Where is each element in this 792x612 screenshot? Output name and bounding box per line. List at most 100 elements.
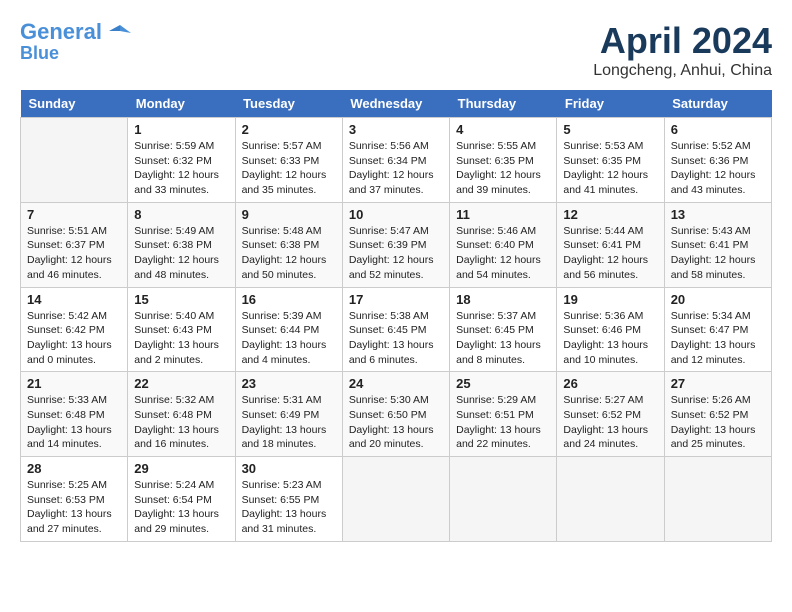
day-number: 17	[349, 292, 443, 307]
calendar-cell: 21 Sunrise: 5:33 AM Sunset: 6:48 PM Dayli…	[21, 372, 128, 457]
calendar-cell: 11 Sunrise: 5:46 AM Sunset: 6:40 PM Dayli…	[450, 202, 557, 287]
calendar-cell: 26 Sunrise: 5:27 AM Sunset: 6:52 PM Dayli…	[557, 372, 664, 457]
calendar-cell: 15Sunrise: 5:40 AM Sunset: 6:43 PM Dayli…	[128, 287, 235, 372]
day-number: 7	[27, 207, 121, 222]
day-info: Sunrise: 5:31 AM Sunset: 6:49 PM Dayligh…	[242, 393, 336, 452]
day-info: Sunrise: 5:26 AM Sunset: 6:52 PM Dayligh…	[671, 393, 765, 452]
day-info: Sunrise: 5:43 AM Sunset: 6:41 PM Dayligh…	[671, 224, 765, 283]
day-number: 19	[563, 292, 657, 307]
day-info: Sunrise: 5:33 AM Sunset: 6:48 PM Dayligh…	[27, 393, 121, 452]
calendar-cell: 1 Sunrise: 5:59 AM Sunset: 6:32 PM Daylig…	[128, 118, 235, 203]
title-area: April 2024 Longcheng, Anhui, China	[593, 20, 772, 80]
calendar-cell	[557, 457, 664, 542]
day-number: 16	[242, 292, 336, 307]
day-number: 1	[134, 122, 228, 137]
day-number: 6	[671, 122, 765, 137]
calendar-cell: 23 Sunrise: 5:31 AM Sunset: 6:49 PM Dayli…	[235, 372, 342, 457]
calendar-cell: 9 Sunrise: 5:48 AM Sunset: 6:38 PM Daylig…	[235, 202, 342, 287]
calendar-cell: 8 Sunrise: 5:49 AM Sunset: 6:38 PM Daylig…	[128, 202, 235, 287]
logo-general: General	[20, 19, 102, 44]
calendar-cell	[342, 457, 449, 542]
day-info: Sunrise: 5:57 AM Sunset: 6:33 PM Dayligh…	[242, 139, 336, 198]
calendar-cell: 27Sunrise: 5:26 AM Sunset: 6:52 PM Dayli…	[664, 372, 771, 457]
day-info: Sunrise: 5:36 AM Sunset: 6:46 PM Dayligh…	[563, 309, 657, 368]
calendar-cell	[21, 118, 128, 203]
calendar-week-row: 21 Sunrise: 5:33 AM Sunset: 6:48 PM Dayli…	[21, 372, 772, 457]
weekday-header-monday: Monday	[128, 90, 235, 118]
weekday-header-tuesday: Tuesday	[235, 90, 342, 118]
day-info: Sunrise: 5:39 AM Sunset: 6:44 PM Dayligh…	[242, 309, 336, 368]
calendar-cell: 30 Sunrise: 5:23 AM Sunset: 6:55 PM Dayli…	[235, 457, 342, 542]
day-info: Sunrise: 5:55 AM Sunset: 6:35 PM Dayligh…	[456, 139, 550, 198]
logo-blue-text: Blue	[20, 44, 132, 64]
day-info: Sunrise: 5:46 AM Sunset: 6:40 PM Dayligh…	[456, 224, 550, 283]
logo: General Blue	[20, 20, 132, 64]
day-number: 9	[242, 207, 336, 222]
day-number: 2	[242, 122, 336, 137]
day-number: 18	[456, 292, 550, 307]
day-info: Sunrise: 5:40 AM Sunset: 6:43 PM Dayligh…	[134, 309, 228, 368]
day-info: Sunrise: 5:47 AM Sunset: 6:39 PM Dayligh…	[349, 224, 443, 283]
day-number: 8	[134, 207, 228, 222]
day-info: Sunrise: 5:37 AM Sunset: 6:45 PM Dayligh…	[456, 309, 550, 368]
day-info: Sunrise: 5:38 AM Sunset: 6:45 PM Dayligh…	[349, 309, 443, 368]
day-info: Sunrise: 5:52 AM Sunset: 6:36 PM Dayligh…	[671, 139, 765, 198]
day-info: Sunrise: 5:53 AM Sunset: 6:35 PM Dayligh…	[563, 139, 657, 198]
day-number: 4	[456, 122, 550, 137]
calendar-week-row: 14Sunrise: 5:42 AM Sunset: 6:42 PM Dayli…	[21, 287, 772, 372]
calendar-cell: 16 Sunrise: 5:39 AM Sunset: 6:44 PM Dayli…	[235, 287, 342, 372]
calendar-cell: 14Sunrise: 5:42 AM Sunset: 6:42 PM Dayli…	[21, 287, 128, 372]
calendar-cell	[664, 457, 771, 542]
day-info: Sunrise: 5:24 AM Sunset: 6:54 PM Dayligh…	[134, 478, 228, 537]
day-info: Sunrise: 5:48 AM Sunset: 6:38 PM Dayligh…	[242, 224, 336, 283]
day-number: 10	[349, 207, 443, 222]
calendar-cell: 20Sunrise: 5:34 AM Sunset: 6:47 PM Dayli…	[664, 287, 771, 372]
day-number: 28	[27, 461, 121, 476]
day-info: Sunrise: 5:30 AM Sunset: 6:50 PM Dayligh…	[349, 393, 443, 452]
calendar-cell: 6 Sunrise: 5:52 AM Sunset: 6:36 PM Daylig…	[664, 118, 771, 203]
calendar-cell: 22Sunrise: 5:32 AM Sunset: 6:48 PM Dayli…	[128, 372, 235, 457]
day-number: 30	[242, 461, 336, 476]
calendar-cell: 25 Sunrise: 5:29 AM Sunset: 6:51 PM Dayli…	[450, 372, 557, 457]
day-info: Sunrise: 5:49 AM Sunset: 6:38 PM Dayligh…	[134, 224, 228, 283]
calendar-cell: 24 Sunrise: 5:30 AM Sunset: 6:50 PM Dayli…	[342, 372, 449, 457]
calendar-cell: 28Sunrise: 5:25 AM Sunset: 6:53 PM Dayli…	[21, 457, 128, 542]
logo-blue-icon	[102, 19, 132, 44]
day-number: 3	[349, 122, 443, 137]
calendar-cell: 18 Sunrise: 5:37 AM Sunset: 6:45 PM Dayli…	[450, 287, 557, 372]
calendar-week-row: 7 Sunrise: 5:51 AM Sunset: 6:37 PM Daylig…	[21, 202, 772, 287]
day-info: Sunrise: 5:56 AM Sunset: 6:34 PM Dayligh…	[349, 139, 443, 198]
calendar-cell: 7 Sunrise: 5:51 AM Sunset: 6:37 PM Daylig…	[21, 202, 128, 287]
day-number: 24	[349, 376, 443, 391]
day-info: Sunrise: 5:44 AM Sunset: 6:41 PM Dayligh…	[563, 224, 657, 283]
calendar-week-row: 1 Sunrise: 5:59 AM Sunset: 6:32 PM Daylig…	[21, 118, 772, 203]
weekday-header-wednesday: Wednesday	[342, 90, 449, 118]
weekday-header-saturday: Saturday	[664, 90, 771, 118]
calendar-cell: 5Sunrise: 5:53 AM Sunset: 6:35 PM Daylig…	[557, 118, 664, 203]
day-number: 29	[134, 461, 228, 476]
calendar-week-row: 28Sunrise: 5:25 AM Sunset: 6:53 PM Dayli…	[21, 457, 772, 542]
day-info: Sunrise: 5:34 AM Sunset: 6:47 PM Dayligh…	[671, 309, 765, 368]
day-info: Sunrise: 5:51 AM Sunset: 6:37 PM Dayligh…	[27, 224, 121, 283]
day-number: 25	[456, 376, 550, 391]
day-number: 13	[671, 207, 765, 222]
day-info: Sunrise: 5:23 AM Sunset: 6:55 PM Dayligh…	[242, 478, 336, 537]
day-number: 12	[563, 207, 657, 222]
day-number: 23	[242, 376, 336, 391]
calendar-cell: 13 Sunrise: 5:43 AM Sunset: 6:41 PM Dayli…	[664, 202, 771, 287]
calendar-cell: 3 Sunrise: 5:56 AM Sunset: 6:34 PM Daylig…	[342, 118, 449, 203]
day-info: Sunrise: 5:29 AM Sunset: 6:51 PM Dayligh…	[456, 393, 550, 452]
calendar-cell: 29 Sunrise: 5:24 AM Sunset: 6:54 PM Dayli…	[128, 457, 235, 542]
day-info: Sunrise: 5:27 AM Sunset: 6:52 PM Dayligh…	[563, 393, 657, 452]
weekday-header-row: SundayMondayTuesdayWednesdayThursdayFrid…	[21, 90, 772, 118]
calendar-cell: 2 Sunrise: 5:57 AM Sunset: 6:33 PM Daylig…	[235, 118, 342, 203]
calendar-table: SundayMondayTuesdayWednesdayThursdayFrid…	[20, 90, 772, 542]
day-number: 21	[27, 376, 121, 391]
day-info: Sunrise: 5:59 AM Sunset: 6:32 PM Dayligh…	[134, 139, 228, 198]
day-number: 11	[456, 207, 550, 222]
day-number: 22	[134, 376, 228, 391]
weekday-header-friday: Friday	[557, 90, 664, 118]
weekday-header-sunday: Sunday	[21, 90, 128, 118]
day-info: Sunrise: 5:42 AM Sunset: 6:42 PM Dayligh…	[27, 309, 121, 368]
day-number: 26	[563, 376, 657, 391]
